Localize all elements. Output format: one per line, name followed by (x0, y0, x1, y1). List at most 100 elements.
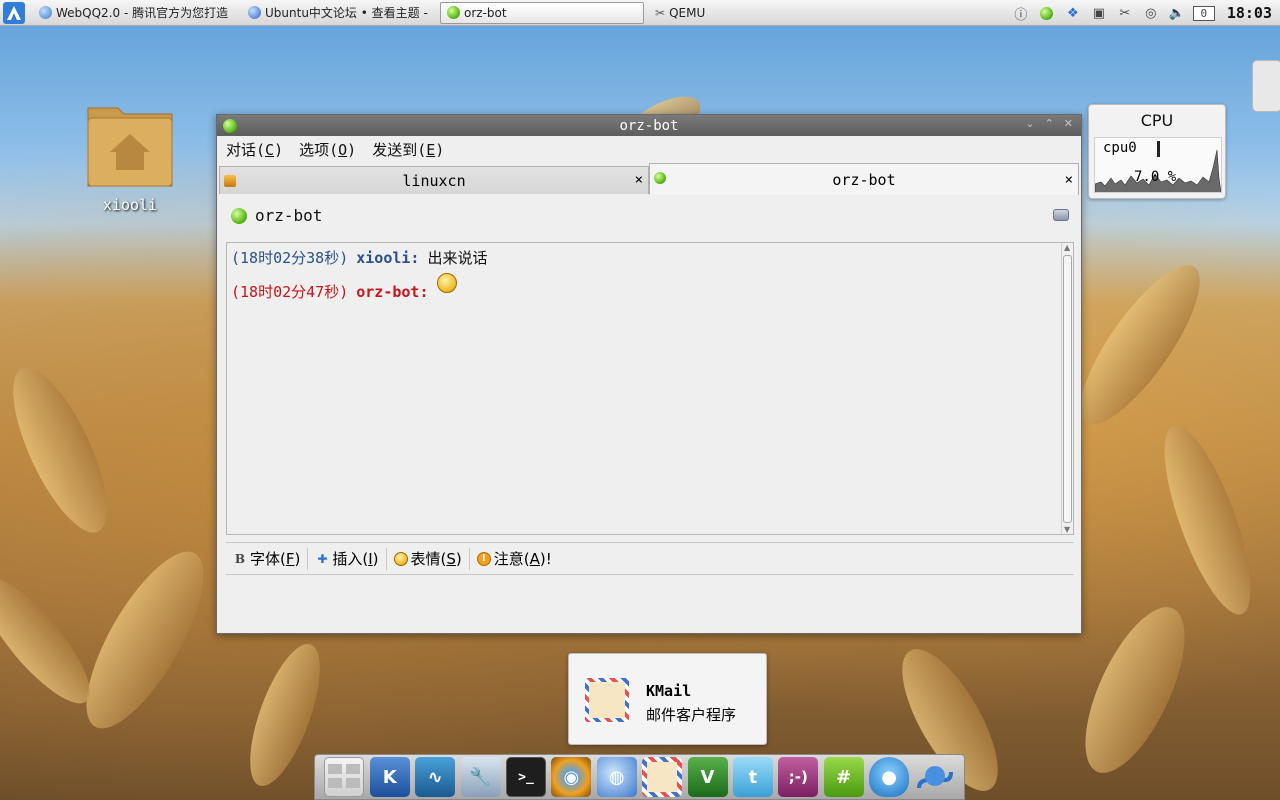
tab-label: linuxcn (402, 172, 466, 190)
tab-close-icon[interactable]: × (1065, 172, 1073, 188)
tab-orz-bot[interactable]: orz-bot × (649, 163, 1079, 195)
task-label: Ubuntu中文论坛 • 查看主题 - (265, 6, 428, 20)
kde-icon: K (382, 766, 397, 788)
task-label: QEMU (669, 5, 706, 20)
cpu-core-label: cpu0 (1103, 140, 1137, 156)
dock-system-monitor[interactable]: ∿ (415, 757, 456, 797)
task-label: WebQQ2.0 - 腾讯官方为您打造 (56, 6, 229, 20)
globe-icon (248, 6, 261, 19)
cpu-monitor-widget[interactable]: CPU cpu0 7.0 % (1088, 104, 1226, 199)
chat-window: orz-bot ⌄ ⌃ ✕ 对话(C) 选项(O) 发送到(E) linuxcn… (216, 114, 1082, 634)
top-panel: WebQQ2.0 - 腾讯官方为您打造 Ubuntu中文论坛 • 查看主题 - … (0, 0, 1280, 26)
dock-kde-menu[interactable]: K (369, 757, 410, 797)
system-tray: ⓘ ❖ ▣ ✂ ◎ 🔈 0 18:03 (1011, 0, 1280, 26)
display-icon[interactable]: ▣ (1089, 4, 1109, 22)
mail-icon (647, 762, 678, 792)
terminal-icon: >_ (518, 769, 534, 785)
tab-bar: linuxcn × orz-bot × (217, 162, 1081, 195)
home-folder-label: xiooli (102, 196, 158, 214)
attention-button[interactable]: ! 注意(A)! (470, 548, 559, 570)
message-time: (18时02分38秒) (231, 249, 349, 267)
dock-browser[interactable]: ◍ (596, 757, 637, 797)
menu-options[interactable]: 选项(O) (299, 139, 356, 160)
message-item: (18时02分38秒) xiooli: 出来说话 (231, 247, 487, 268)
font-button[interactable]: B 字体(F) (226, 547, 309, 570)
font-icon: B (234, 551, 246, 566)
task-webqq[interactable]: WebQQ2.0 - 腾讯官方为您打造 (32, 2, 237, 24)
tab-linuxcn[interactable]: linuxcn × (219, 166, 649, 194)
dropbox-icon[interactable]: ❖ (1063, 4, 1083, 22)
dock-irc[interactable]: # (823, 757, 864, 797)
vim-icon: V (700, 766, 715, 788)
dock-pidgin-like[interactable]: ;-) (778, 757, 819, 797)
application-launcher[interactable] (2, 1, 26, 25)
dock-terminal[interactable]: >_ (505, 757, 546, 797)
launch-notification[interactable]: KMail 邮件客户程序 (568, 653, 767, 745)
dock-eye-app[interactable]: ◉ (551, 757, 592, 797)
insert-button[interactable]: ✚ 插入(I) (308, 547, 387, 570)
maximize-icon[interactable]: ⌃ (1045, 117, 1054, 130)
launcher-icon (3, 1, 25, 24)
info-icon[interactable]: ⓘ (1011, 4, 1031, 23)
notification-subtitle: 邮件客户程序 (646, 706, 737, 724)
smiley-emoticon-icon (436, 273, 457, 293)
desktop-home-folder[interactable]: xiooli (80, 98, 180, 214)
dock-window-switcher[interactable] (324, 757, 365, 797)
scroll-up-icon[interactable]: ▲ (1064, 243, 1070, 252)
message-time: (18时02分47秒) (231, 283, 349, 301)
wink-icon: ;-) (788, 768, 808, 786)
menu-send-to[interactable]: 发送到(E) (372, 139, 444, 160)
window-controls: ⌄ ⌃ ✕ (1025, 117, 1073, 130)
volume-icon[interactable]: 🔈 (1167, 4, 1187, 22)
network-icon[interactable]: ◎ (1141, 4, 1161, 22)
emoticon-button[interactable]: 表情(S) (387, 547, 470, 570)
scroll-down-icon[interactable]: ▼ (1064, 525, 1070, 534)
contact-info-icon[interactable] (1053, 209, 1069, 221)
task-qemu[interactable]: ✂ QEMU (648, 2, 768, 24)
message-item: (18时02分47秒) orz-bot: (231, 273, 457, 302)
dock-snail-app[interactable] (914, 757, 954, 797)
desktop-toolbox-handle[interactable] (1252, 60, 1280, 112)
tab-close-icon[interactable]: × (635, 172, 643, 188)
window-titlebar[interactable]: orz-bot ⌄ ⌃ ✕ (217, 115, 1081, 136)
task-orz-bot[interactable]: orz-bot (440, 1, 644, 24)
menubar: 对话(C) 选项(O) 发送到(E) (217, 136, 1081, 162)
dock-vim[interactable]: V (687, 757, 728, 797)
history-scrollbar[interactable]: ▲ ▼ (1061, 243, 1073, 534)
snail-icon (917, 766, 954, 789)
smiley-icon (393, 551, 408, 566)
clock[interactable]: 18:03 (1227, 4, 1272, 22)
status-online-icon (231, 208, 247, 224)
message-sender: xiooli: (356, 249, 420, 267)
dock-qq[interactable]: ● (869, 757, 910, 797)
scroll-thumb[interactable] (1063, 255, 1072, 523)
contact-header: orz-bot (217, 195, 1081, 235)
cpu-title: CPU (1140, 111, 1174, 130)
task-ubuntu-forum[interactable]: Ubuntu中文论坛 • 查看主题 - (241, 2, 436, 24)
compose-toolbar: B 字体(F) ✚ 插入(I) 表情(S) ! 注意(A)! (226, 542, 1074, 575)
bird-icon: t (748, 766, 758, 788)
message-history[interactable]: (18时02分38秒) xiooli: 出来说话 (18时02分47秒) orz-bo… (226, 242, 1074, 535)
kmail-icon (585, 678, 629, 722)
chat-status-icon[interactable] (1037, 4, 1057, 22)
close-icon[interactable]: ✕ (1064, 117, 1073, 130)
dock: K ∿ 🔧 >_ ◉ ◍ V t ;-) # ● (314, 754, 965, 800)
task-label: orz-bot (464, 5, 507, 20)
eye-icon: ◉ (563, 766, 580, 788)
notification-title: KMail (646, 682, 692, 700)
cpu-usage-value: 7.0 % (1134, 169, 1177, 185)
attention-icon: ! (476, 551, 491, 566)
dock-twitter[interactable]: t (732, 757, 773, 797)
hash-icon: # (836, 766, 852, 788)
scissors-icon[interactable]: ✂ (1115, 4, 1135, 22)
dock-kmail[interactable] (642, 757, 683, 797)
message-input[interactable] (226, 575, 1074, 627)
contact-name: orz-bot (255, 206, 323, 225)
message-sender: orz-bot: (356, 283, 429, 301)
message-text: 出来说话 (427, 249, 488, 267)
qemu-icon: ✂ (655, 5, 666, 20)
counter-badge[interactable]: 0 (1192, 5, 1215, 21)
menu-conversation[interactable]: 对话(C) (226, 139, 283, 160)
minimize-icon[interactable]: ⌄ (1025, 117, 1034, 130)
dock-settings[interactable]: 🔧 (460, 757, 501, 797)
